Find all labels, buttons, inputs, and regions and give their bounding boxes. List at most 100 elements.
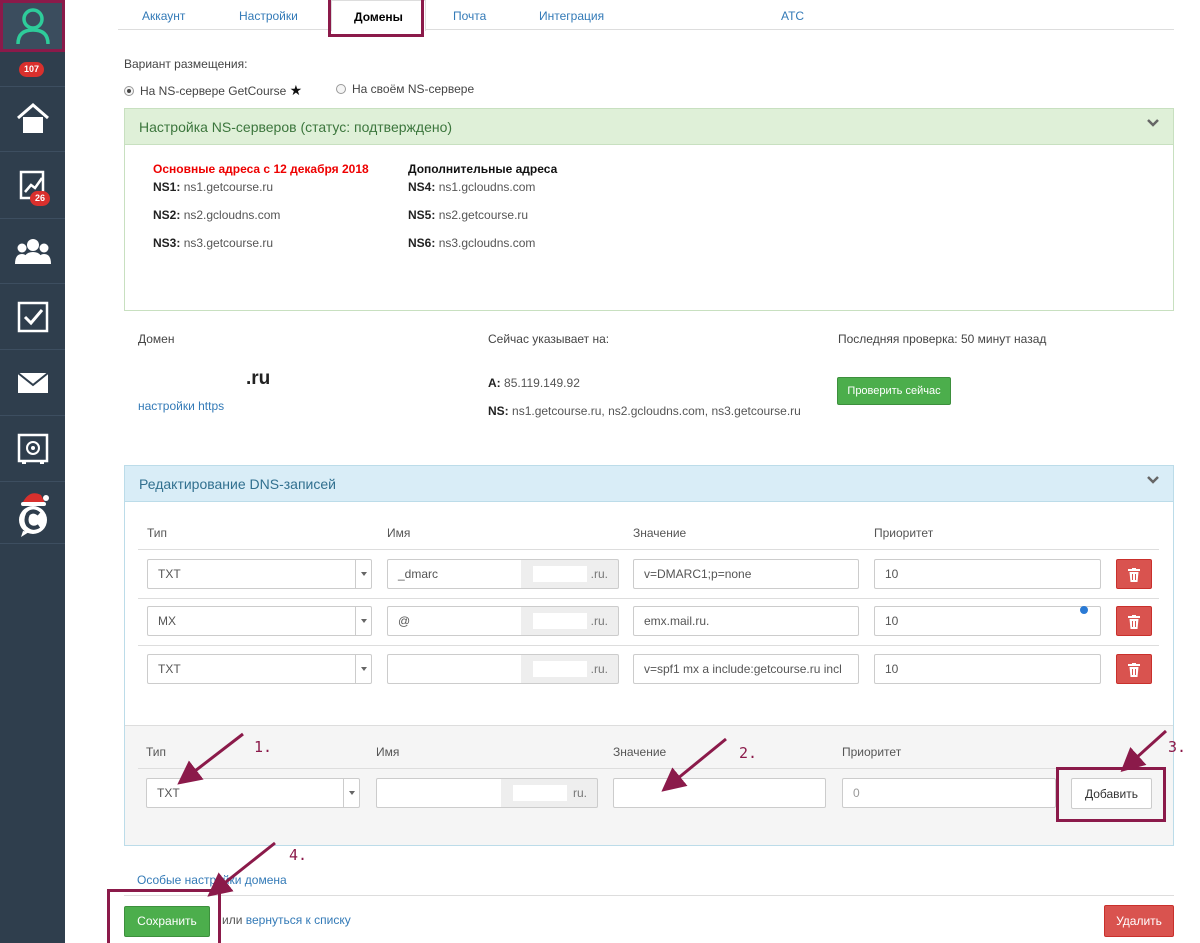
record-name-input[interactable] — [387, 654, 522, 684]
radio-getcourse[interactable] — [124, 86, 134, 96]
sidebar-item-home[interactable] — [0, 87, 65, 152]
mail-icon — [16, 371, 49, 393]
record-priority-value: 10 — [885, 662, 899, 676]
tab-mail[interactable]: Почта — [453, 0, 486, 30]
record-value-text: emx.mail.ru. — [644, 614, 710, 628]
delete-record-button[interactable] — [1116, 559, 1152, 589]
tab-settings[interactable]: Настройки — [239, 0, 298, 30]
record-value-text: v=spf1 mx a include:getcourse.ru incl — [644, 662, 842, 676]
record-type-value: TXT — [158, 662, 181, 676]
record-priority-input[interactable]: 10 — [874, 606, 1101, 636]
new-record-type-value: TXT — [157, 786, 180, 800]
delete-record-button[interactable] — [1116, 606, 1152, 636]
new-col-name-header: Имя — [376, 745, 400, 759]
placement-option-getcourse-label: На NS-сервере GetCourse — [140, 84, 287, 98]
ns6-line: NS6: ns3.gcloudns.com — [408, 236, 536, 250]
group-icon — [14, 239, 51, 264]
record-value-input[interactable]: v=spf1 mx a include:getcourse.ru incl — [633, 654, 859, 684]
radio-own-ns[interactable] — [336, 84, 346, 94]
col-type-header: Тип — [147, 526, 168, 540]
trash-icon — [1128, 663, 1140, 677]
domain-suffix-addon: .ru. — [521, 654, 619, 684]
record-type-select[interactable]: TXT — [147, 559, 372, 589]
annotation-label-3: 3. — [1168, 738, 1187, 756]
chevron-down-icon — [343, 779, 359, 807]
record-name-input[interactable]: _dmarc — [387, 559, 522, 589]
https-settings-link[interactable]: настройки https — [138, 399, 224, 413]
record-name-input[interactable]: @ — [387, 606, 522, 636]
sidebar-item-stats[interactable]: 26 — [0, 152, 65, 219]
stats-badge: 26 — [30, 191, 51, 206]
new-col-type-header: Тип — [146, 745, 167, 759]
notifications-badge: 107 — [19, 62, 45, 77]
chevron-down-icon — [355, 607, 371, 635]
sidebar-item-chat[interactable] — [0, 482, 65, 544]
record-priority-input[interactable]: 10 — [874, 559, 1101, 589]
record-type-select[interactable]: MX — [147, 606, 372, 636]
save-button[interactable]: Сохранить — [124, 906, 210, 937]
placement-option-own[interactable]: На своём NS-сервере — [336, 82, 474, 96]
new-domain-suffix-text: ru. — [572, 786, 587, 800]
new-col-value-header: Значение — [613, 745, 667, 759]
safe-icon — [17, 433, 48, 464]
tab-domains[interactable]: Домены — [331, 0, 426, 31]
sidebar-item-profile[interactable] — [0, 0, 65, 52]
domain-suffix-text: .ru. — [590, 662, 608, 676]
sidebar-item-sales[interactable] — [0, 416, 65, 482]
record-priority-value: 10 — [885, 614, 899, 628]
record-priority-input[interactable]: 10 — [874, 654, 1101, 684]
footer-divider — [124, 895, 1174, 896]
ns-settings-panel: Настройка NS-серверов (статус: подтвержд… — [124, 108, 1174, 311]
annotation-label-4: 4. — [289, 846, 308, 864]
chevron-down-icon[interactable] — [1147, 117, 1159, 129]
domain-name: .ru — [246, 368, 271, 389]
placement-option-getcourse[interactable]: На NS-сервере GetCourse ★ — [124, 82, 302, 99]
delete-domain-button[interactable]: Удалить — [1104, 905, 1174, 937]
record-type-select[interactable]: TXT — [147, 654, 372, 684]
new-domain-suffix-addon: ru. — [501, 778, 598, 808]
check-now-button[interactable]: Проверить сейчас — [837, 377, 951, 405]
ns-panel-header[interactable]: Настройка NS-серверов (статус: подтвержд… — [125, 109, 1173, 145]
sidebar-item-tasks[interactable] — [0, 284, 65, 350]
record-priority-value: 10 — [885, 567, 899, 581]
dns-panel-title: Редактирование DNS-записей — [139, 476, 336, 492]
tab-integration[interactable]: Интеграция — [539, 0, 604, 30]
record-value-text: v=DMARC1;p=none — [644, 567, 752, 581]
col-value-header: Значение — [633, 526, 687, 540]
delete-record-button[interactable] — [1116, 654, 1152, 684]
back-to-list-link[interactable]: вернуться к списку — [246, 913, 351, 927]
tab-account[interactable]: Аккаунт — [142, 0, 185, 30]
ns2-line: NS2: ns2.gcloudns.com — [153, 208, 281, 222]
sidebar-item-messages[interactable] — [0, 350, 65, 416]
cursor-indicator — [1080, 606, 1088, 614]
new-col-priority-header: Приоритет — [842, 745, 902, 759]
trash-icon — [1128, 568, 1140, 582]
annotation-label-2: 2. — [739, 744, 758, 762]
star-icon: ★ — [289, 82, 303, 98]
new-record-type-select[interactable]: TXT — [146, 778, 360, 808]
ns4-line: NS4: ns1.gcloudns.com — [408, 180, 536, 194]
chevron-down-icon — [355, 655, 371, 683]
col-priority-header: Приоритет — [874, 526, 934, 540]
new-record-priority-input[interactable]: 0 — [842, 778, 1056, 808]
tab-pbx[interactable]: АТС — [781, 0, 804, 30]
new-row-divider — [138, 768, 1159, 769]
table-divider — [138, 549, 1159, 550]
sidebar-item-users[interactable] — [0, 219, 65, 284]
ns3-line: NS3: ns3.getcourse.ru — [153, 236, 274, 250]
special-domain-settings-link[interactable]: Особые настройки домена — [137, 873, 287, 887]
domain-suffix-addon: .ru. — [521, 559, 619, 589]
record-value-input[interactable]: emx.mail.ru. — [633, 606, 859, 636]
domain-suffix-text: .ru. — [590, 567, 608, 581]
dns-panel-header[interactable]: Редактирование DNS-записей — [125, 466, 1173, 502]
chevron-down-icon[interactable] — [1147, 474, 1159, 486]
add-record-button[interactable]: Добавить — [1071, 778, 1152, 809]
settings-tabs: Аккаунт Настройки Домены Почта Интеграци… — [118, 0, 1174, 31]
placement-option-own-label: На своём NS-сервере — [352, 82, 475, 96]
domain-suffix-text: .ru. — [590, 614, 608, 628]
user-icon — [15, 8, 50, 45]
a-record-line: A: 85.119.149.92 — [488, 376, 580, 390]
new-record-value-input[interactable] — [613, 778, 826, 808]
new-record-name-input[interactable] — [376, 778, 502, 808]
record-value-input[interactable]: v=DMARC1;p=none — [633, 559, 859, 589]
